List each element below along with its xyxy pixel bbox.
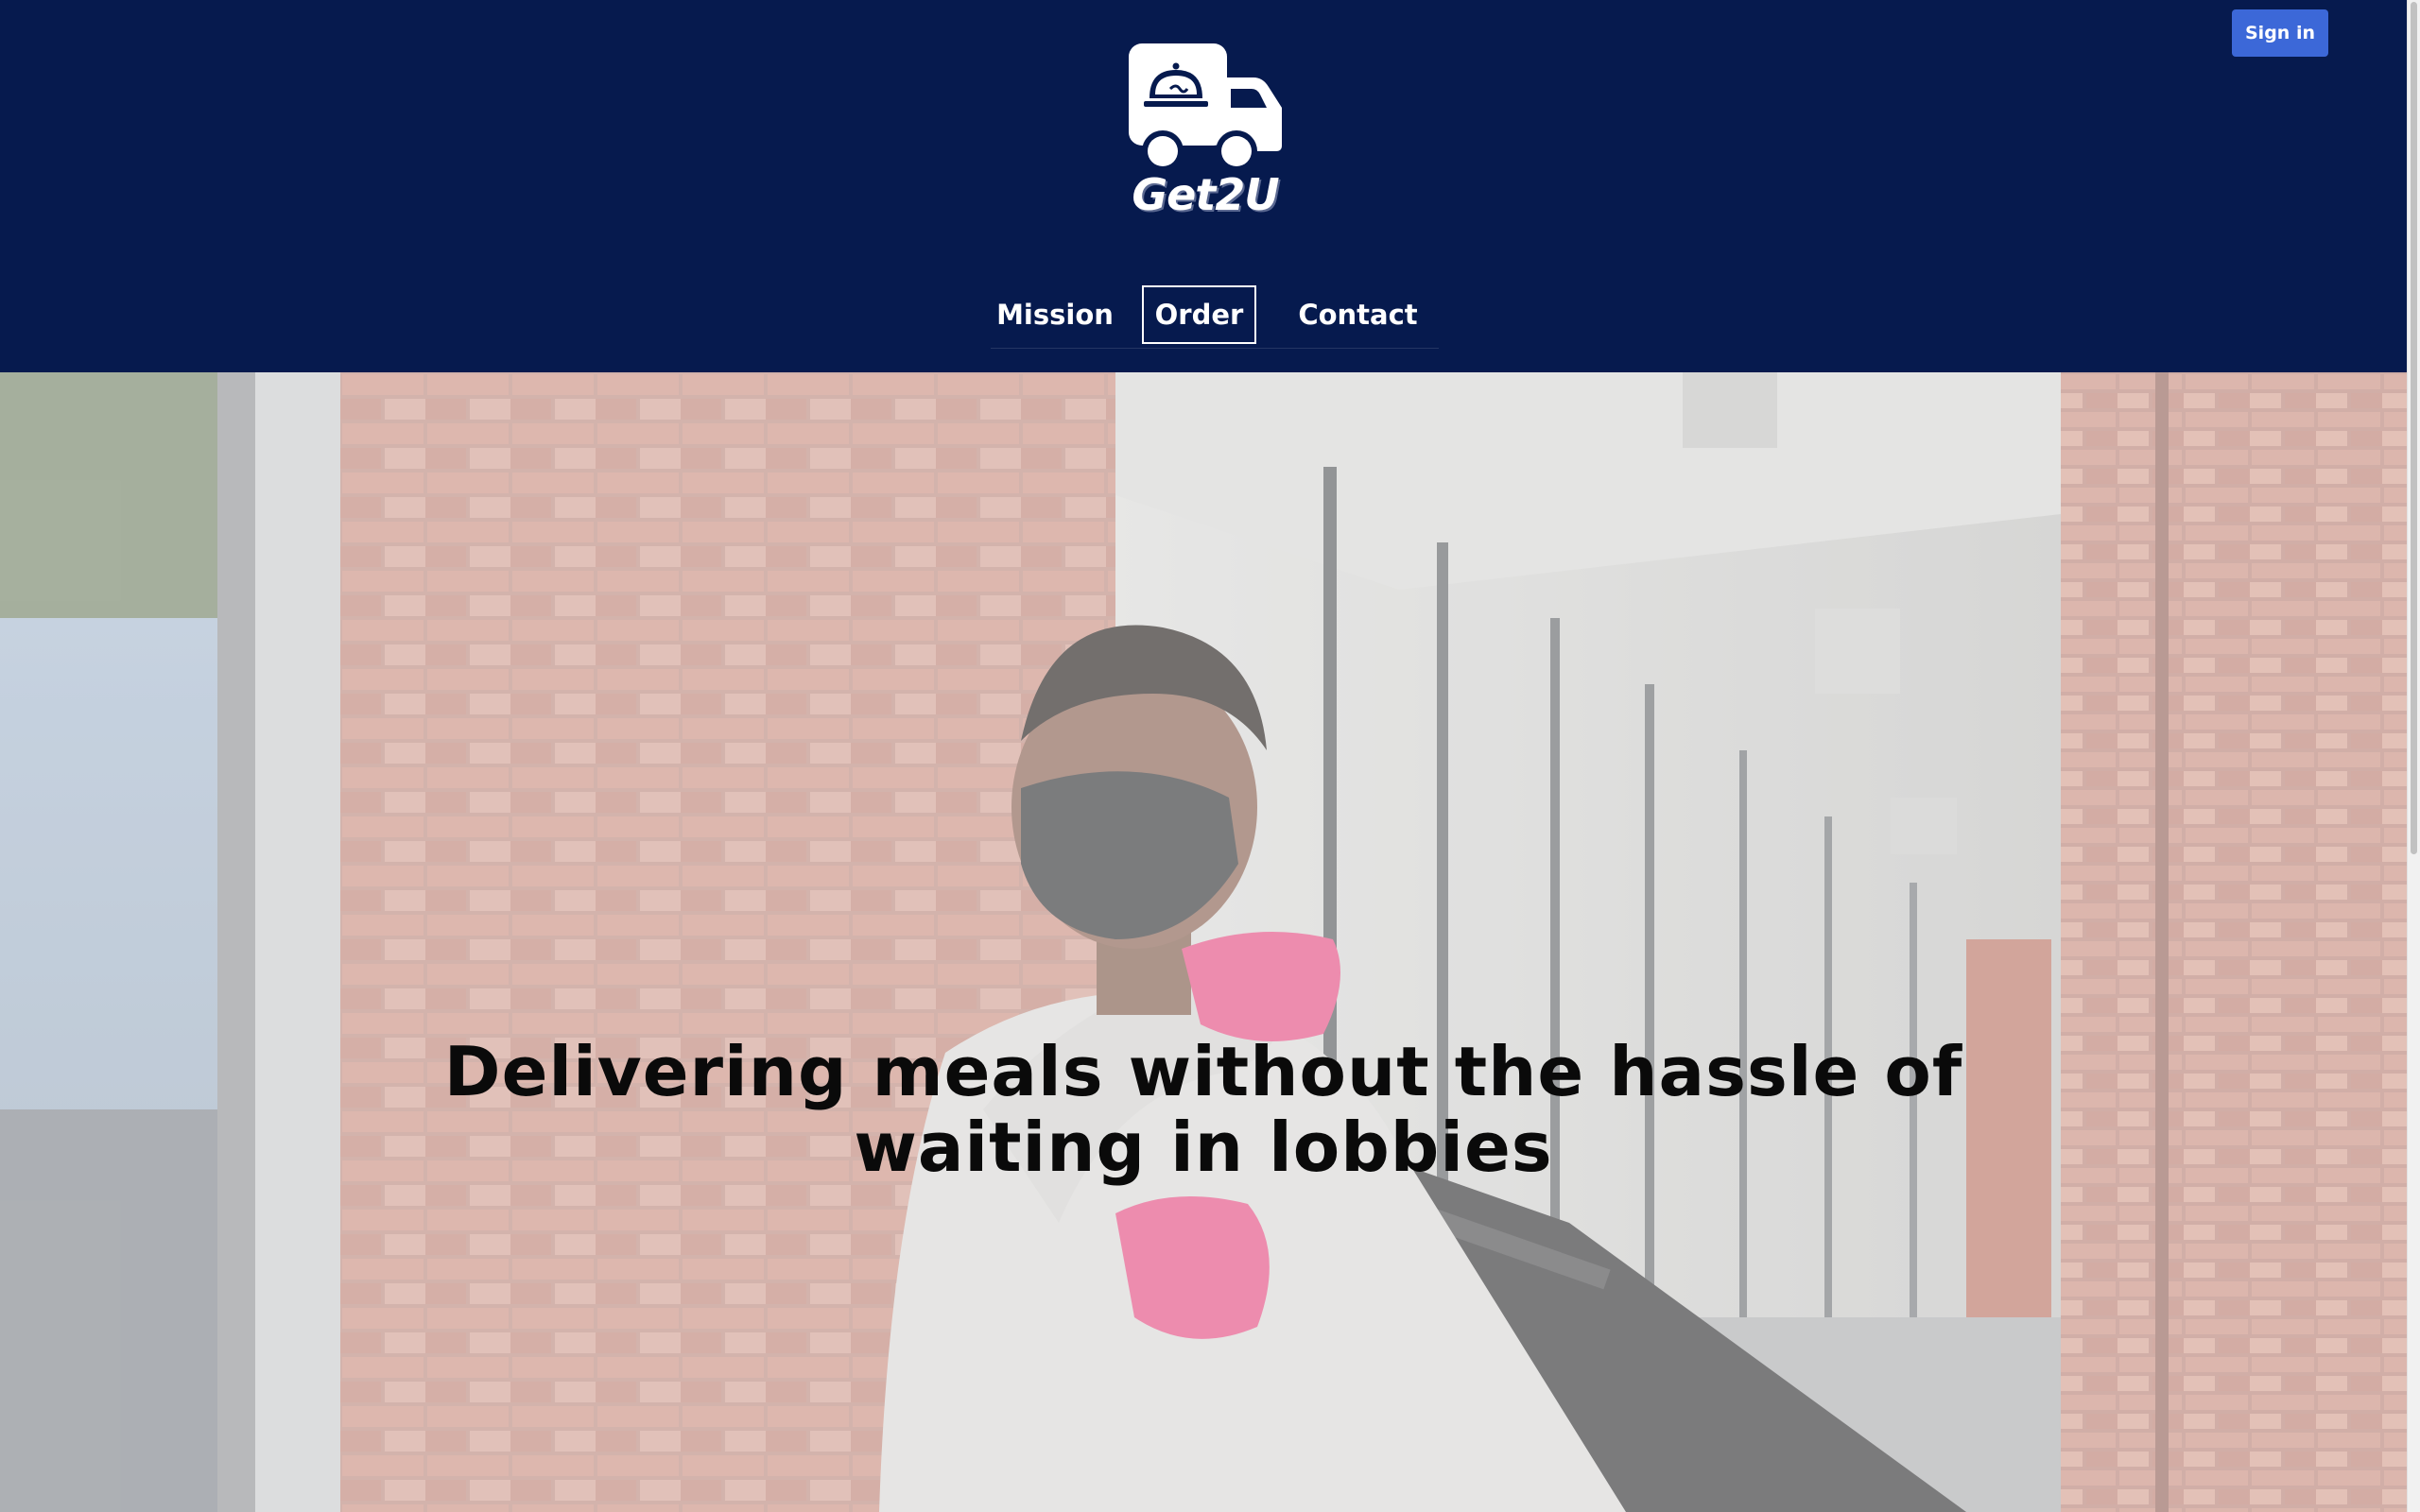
nav-item-mission[interactable]: Mission (983, 285, 1127, 344)
delivery-truck-logo-icon[interactable] (1125, 40, 1286, 178)
nav-divider (991, 348, 1439, 349)
page-scrollbar[interactable] (2407, 0, 2420, 1512)
hero-overlay (0, 372, 2407, 1512)
brand-logo-text[interactable]: Get2U (1125, 168, 1286, 221)
nav-item-contact[interactable]: Contact (1271, 285, 1444, 344)
main-nav: Mission Order Contact (983, 284, 1446, 349)
nav-item-order[interactable]: Order (1142, 285, 1256, 344)
site-header: Sign in Get2U Mission Order Contact (0, 0, 2407, 372)
hero-section: Delivering meals without the hassle of w… (0, 372, 2407, 1512)
scrollbar-thumb[interactable] (2411, 2, 2417, 854)
hero-headline: Delivering meals without the hassle of w… (443, 1032, 1963, 1187)
sign-in-button[interactable]: Sign in (2232, 9, 2328, 57)
